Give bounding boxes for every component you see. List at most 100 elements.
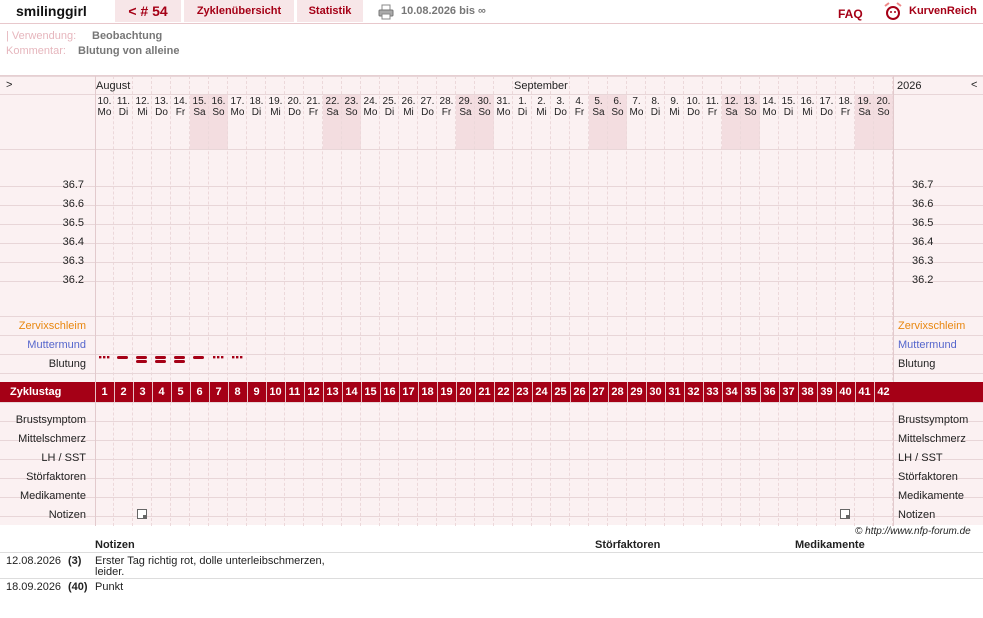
cycle-day-number[interactable]: 21 — [475, 386, 494, 398]
weekday-label: Mi — [802, 107, 813, 118]
cycle-day-number[interactable]: 30 — [646, 386, 665, 398]
weekday-label: Fr — [175, 107, 186, 118]
usage-value: Beobachtung — [92, 30, 163, 42]
bleeding-heavy-mark[interactable] — [171, 354, 190, 364]
grid-line — [0, 440, 983, 441]
day-number: 11. — [705, 96, 720, 107]
cycle-day-number[interactable]: 24 — [532, 386, 551, 398]
note-icon[interactable] — [840, 509, 850, 519]
cycle-day-number[interactable]: 35 — [741, 386, 760, 398]
temperature-label-left: 36.4 — [62, 236, 84, 248]
cycle-day-number[interactable]: 8 — [228, 386, 247, 398]
weekday-label: Mo — [629, 107, 644, 118]
cycle-day-number[interactable]: 22 — [494, 386, 513, 398]
bleeding-heavy-mark[interactable] — [152, 354, 171, 364]
row-brustsymptom-label: Brustsymptom — [15, 414, 86, 426]
weekday-label: Do — [421, 107, 434, 118]
cycle-day-number[interactable]: 31 — [665, 386, 684, 398]
cycle-day-number[interactable]: 40 — [836, 386, 855, 398]
cycle-day-number[interactable]: 18 — [418, 386, 437, 398]
kurvenreich-link[interactable]: KurvenReich — [909, 0, 977, 22]
cycle-day-number[interactable]: 16 — [380, 386, 399, 398]
bleeding-light-mark[interactable] — [209, 354, 228, 364]
day-number: 16. — [211, 96, 226, 107]
grid-line — [0, 402, 983, 403]
printer-icon[interactable] — [378, 4, 394, 20]
day-number: 28. — [439, 96, 454, 107]
note-icon[interactable] — [137, 509, 147, 519]
kurvenreich-logo-icon[interactable] — [883, 2, 903, 20]
weekday-label: Mo — [230, 107, 245, 118]
cycle-day-number[interactable]: 5 — [171, 386, 190, 398]
cycle-day-number[interactable]: 11 — [285, 386, 304, 398]
cycle-day-number[interactable]: 15 — [361, 386, 380, 398]
bleeding-light-mark[interactable] — [228, 354, 247, 364]
weekday-label: Mi — [536, 107, 547, 118]
nav-prev-arrow[interactable]: > — [6, 79, 12, 91]
day-number: 22. — [325, 96, 340, 107]
grid-line — [0, 459, 983, 460]
cycle-day-number[interactable]: 6 — [190, 386, 209, 398]
day-number: 13. — [743, 96, 758, 107]
cycle-day-number[interactable]: 3 — [133, 386, 152, 398]
weekday-label: Sa — [326, 107, 339, 118]
bleeding-light-mark[interactable] — [95, 354, 114, 364]
cycle-day-number[interactable]: 25 — [551, 386, 570, 398]
cycle-day-number[interactable]: 13 — [323, 386, 342, 398]
weekday-label: Sa — [858, 107, 871, 118]
day-number: 1. — [518, 96, 527, 107]
bleeding-normal-mark[interactable] — [190, 354, 209, 364]
bleeding-heavy-mark[interactable] — [133, 354, 152, 364]
cycle-number-button[interactable]: < # 54 — [115, 0, 181, 22]
cycle-day-number[interactable]: 36 — [760, 386, 779, 398]
weekday-label: So — [478, 107, 491, 118]
grid-line — [0, 497, 983, 498]
day-number: 8. — [651, 96, 660, 107]
weekday-label: Do — [288, 107, 301, 118]
day-number: 2. — [537, 96, 546, 107]
cycle-day-number[interactable]: 32 — [684, 386, 703, 398]
nav-next-arrow[interactable]: < — [971, 79, 977, 91]
cycle-day-number[interactable]: 29 — [627, 386, 646, 398]
cycle-day-number[interactable]: 10 — [266, 386, 285, 398]
copyright-link[interactable]: © http://www.nfp-forum.de — [855, 526, 971, 537]
cycle-day-number[interactable]: 28 — [608, 386, 627, 398]
cycle-day-number[interactable]: 20 — [456, 386, 475, 398]
cycle-day-number[interactable]: 34 — [722, 386, 741, 398]
cycle-day-number[interactable]: 38 — [798, 386, 817, 398]
weekday-label: Mo — [97, 107, 112, 118]
cycle-day-number[interactable]: 12 — [304, 386, 323, 398]
cycle-day-number[interactable]: 7 — [209, 386, 228, 398]
cycle-day-number[interactable]: 9 — [247, 386, 266, 398]
weekday-label: So — [744, 107, 757, 118]
row-mittelschmerz-label: Mittelschmerz — [18, 433, 86, 445]
cycle-day-number[interactable]: 14 — [342, 386, 361, 398]
cycle-day-number[interactable]: 1 — [95, 386, 114, 398]
faq-link[interactable]: FAQ — [838, 3, 863, 25]
cycle-day-number[interactable]: 39 — [817, 386, 836, 398]
cycle-day-number[interactable]: 33 — [703, 386, 722, 398]
cycle-day-number[interactable]: 19 — [437, 386, 456, 398]
cycle-date-range: 10.08.2026 bis ∞ — [401, 5, 486, 17]
cycle-day-number[interactable]: 41 — [855, 386, 874, 398]
cycle-day-number[interactable]: 26 — [570, 386, 589, 398]
cycle-overview-button[interactable]: Zyklenübersicht — [184, 0, 294, 22]
grid-line — [0, 76, 983, 77]
cycle-day-number[interactable]: 4 — [152, 386, 171, 398]
cycle-day-number[interactable]: 42 — [874, 386, 893, 398]
bleeding-normal-mark[interactable] — [114, 354, 133, 364]
cycle-day-number[interactable]: 17 — [399, 386, 418, 398]
weekday-label: Mo — [762, 107, 777, 118]
temperature-label-left: 36.5 — [62, 217, 84, 229]
cycle-day-number[interactable]: 2 — [114, 386, 133, 398]
day-number: 10. — [97, 96, 112, 107]
weekday-label: Mi — [403, 107, 414, 118]
statistics-button[interactable]: Statistik — [297, 0, 363, 22]
cycle-day-number[interactable]: 27 — [589, 386, 608, 398]
day-number: 26. — [401, 96, 416, 107]
blutung-label-right: Blutung — [898, 358, 936, 370]
cycle-day-number[interactable]: 37 — [779, 386, 798, 398]
grid-line — [0, 316, 983, 317]
weekday-label: So — [212, 107, 225, 118]
cycle-day-number[interactable]: 23 — [513, 386, 532, 398]
